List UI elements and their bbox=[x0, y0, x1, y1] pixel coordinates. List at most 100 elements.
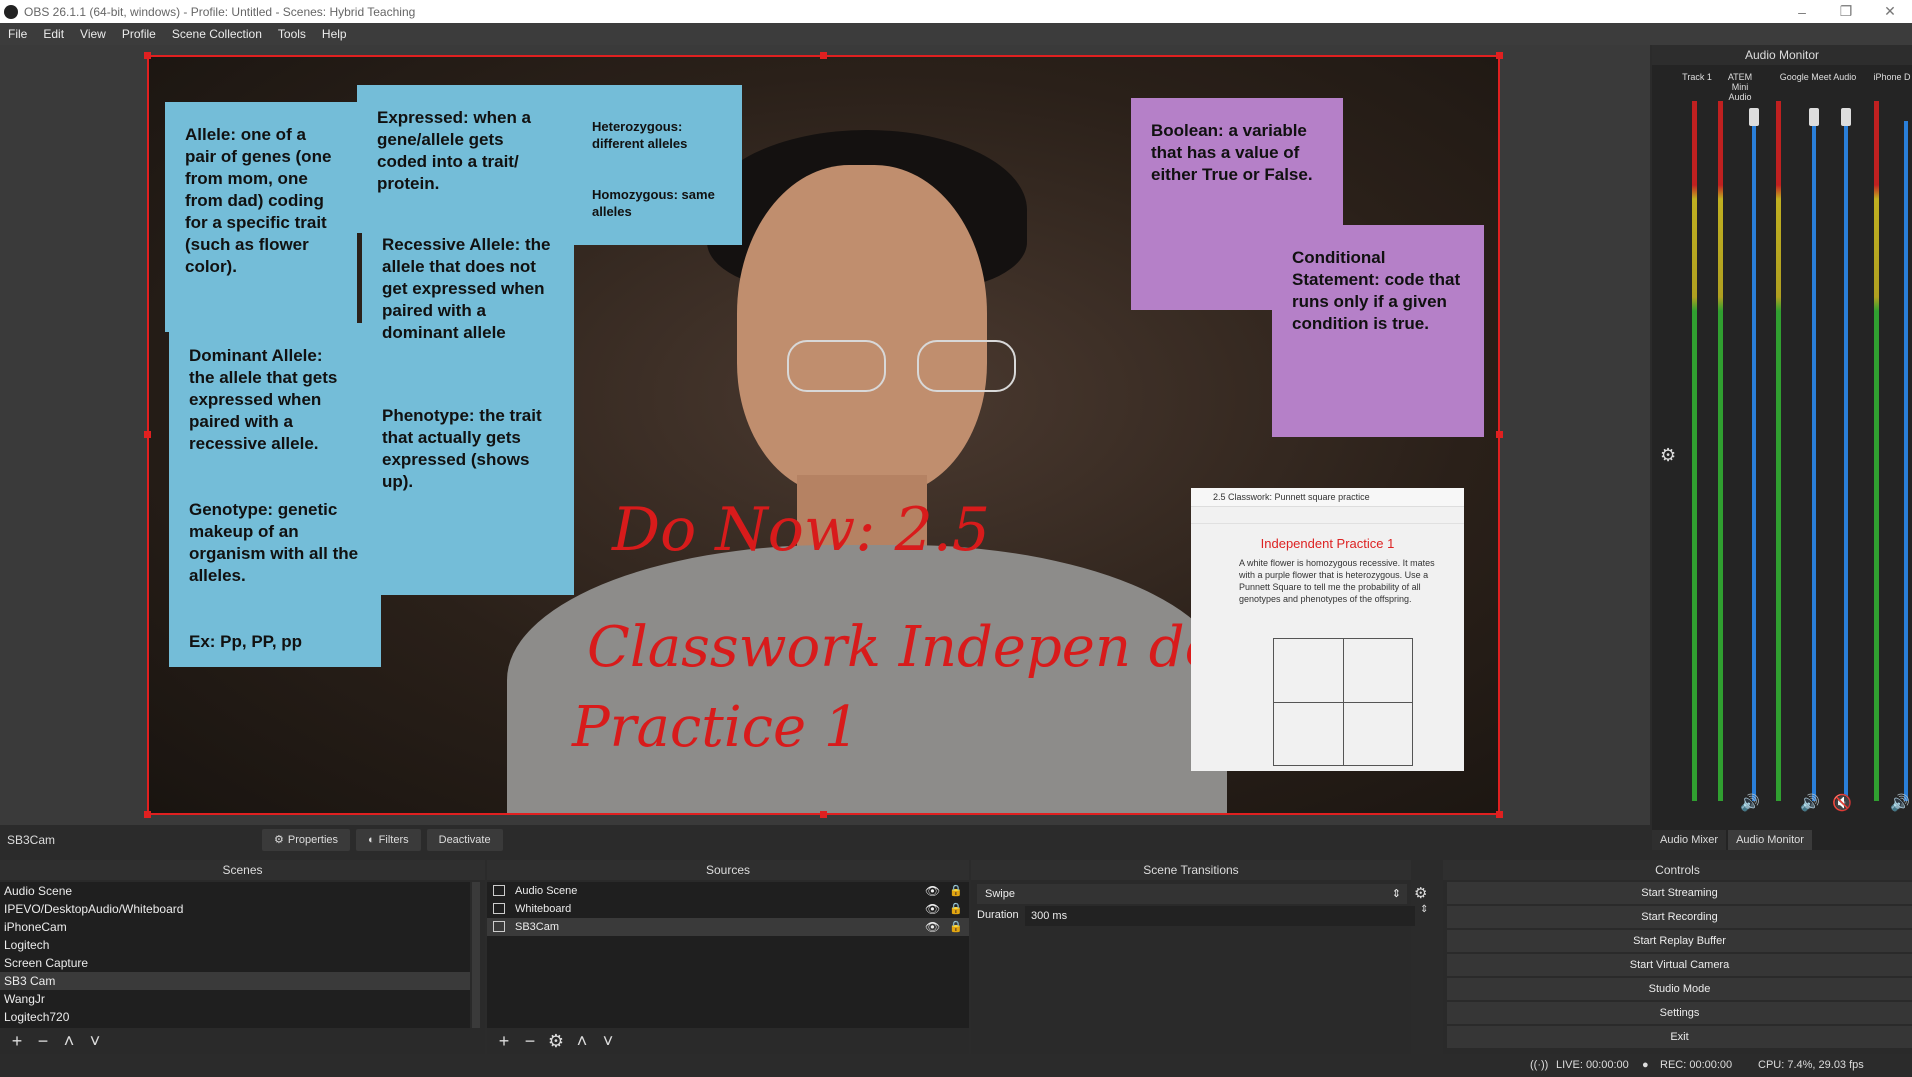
resize-handle-l[interactable] bbox=[144, 431, 151, 438]
remove-icon[interactable]: − bbox=[517, 1031, 543, 1052]
screen-capture-toolbar bbox=[1191, 507, 1464, 524]
scene-item[interactable]: iPhoneCam bbox=[0, 918, 470, 936]
visibility-eye-icon[interactable]: 👁 bbox=[925, 900, 940, 918]
move-down-icon[interactable]: ˅ bbox=[595, 1031, 621, 1052]
note-conditional: Conditional Statement: code that runs on… bbox=[1272, 225, 1484, 437]
speaker-icon[interactable]: 🔊 bbox=[1800, 793, 1820, 813]
source-item[interactable]: Audio Scene 👁 🔒 bbox=[487, 882, 969, 900]
lock-icon[interactable]: 🔒 bbox=[949, 882, 963, 900]
volume-slider[interactable] bbox=[1904, 121, 1908, 801]
speaker-icon[interactable]: 🔊 bbox=[1890, 793, 1910, 813]
close-icon[interactable]: ✕ bbox=[1868, 0, 1912, 23]
source-item[interactable]: SB3Cam 👁 🔒 bbox=[487, 918, 969, 936]
camera-icon bbox=[493, 921, 505, 932]
start-recording-button[interactable]: Start Recording bbox=[1447, 906, 1912, 928]
source-toolbar: SB3Cam ⚙ Properties ◐ Filters Deactivate bbox=[0, 827, 1650, 852]
filter-icon: ◐ bbox=[368, 833, 375, 846]
volume-slider[interactable] bbox=[1844, 121, 1848, 801]
menu-file[interactable]: File bbox=[0, 27, 35, 41]
gear-icon[interactable]: ⚙ bbox=[543, 1031, 569, 1052]
scene-item[interactable]: Logitech720 bbox=[0, 1008, 470, 1026]
scene-item[interactable]: Logitech bbox=[0, 936, 470, 954]
menu-scene-collection[interactable]: Scene Collection bbox=[164, 27, 270, 41]
scene-item[interactable]: SB3 Cam bbox=[0, 972, 470, 990]
audio-monitor-panel: Audio Monitor Track 1 ATEM Mini Audio Go… bbox=[1652, 45, 1912, 850]
source-item[interactable]: Whiteboard 👁 🔒 bbox=[487, 900, 969, 918]
window-icon bbox=[493, 903, 505, 914]
scenes-list: Audio Scene IPEVO/DesktopAudio/Whiteboar… bbox=[0, 882, 470, 1028]
scenes-scrollbar[interactable] bbox=[472, 882, 480, 1028]
volume-slider-knob[interactable] bbox=[1749, 108, 1759, 126]
resize-handle-b[interactable] bbox=[820, 811, 827, 818]
settings-button[interactable]: Settings bbox=[1447, 1002, 1912, 1024]
move-up-icon[interactable]: ˄ bbox=[569, 1031, 595, 1052]
resize-handle-r[interactable] bbox=[1496, 431, 1503, 438]
volume-slider-knob[interactable] bbox=[1841, 108, 1851, 126]
screen-capture-heading: Independent Practice 1 bbox=[1260, 536, 1395, 551]
screen-capture-window: 2.5 Classwork: Punnett square practice I… bbox=[1191, 488, 1464, 771]
volume-slider[interactable] bbox=[1752, 121, 1756, 801]
menu-help[interactable]: Help bbox=[314, 27, 355, 41]
exit-button[interactable]: Exit bbox=[1447, 1026, 1912, 1048]
glasses-left bbox=[787, 340, 886, 392]
resize-handle-t[interactable] bbox=[820, 52, 827, 59]
start-streaming-button[interactable]: Start Streaming bbox=[1447, 882, 1912, 904]
transition-select[interactable]: Swipe ⇕ bbox=[977, 884, 1407, 904]
deactivate-button[interactable]: Deactivate bbox=[426, 828, 503, 851]
gear-icon[interactable]: ⚙ bbox=[1660, 445, 1676, 466]
menu-profile[interactable]: Profile bbox=[114, 27, 164, 41]
chevron-up-down-icon: ⇕ bbox=[1391, 888, 1401, 900]
volume-slider-knob[interactable] bbox=[1809, 108, 1819, 126]
lock-icon[interactable]: 🔒 bbox=[949, 900, 963, 918]
menu-view[interactable]: View bbox=[72, 27, 114, 41]
controls-title: Controls bbox=[1443, 860, 1912, 880]
tab-audio-monitor[interactable]: Audio Monitor bbox=[1728, 830, 1812, 850]
move-up-icon[interactable]: ˄ bbox=[56, 1031, 82, 1052]
remove-icon[interactable]: − bbox=[30, 1031, 56, 1052]
scene-item[interactable]: Audio Scene bbox=[0, 882, 470, 900]
note-genotype-example: Ex: Pp, PP, pp bbox=[189, 632, 303, 651]
tab-audio-mixer[interactable]: Audio Mixer bbox=[1652, 830, 1727, 850]
sources-toolbar: + − ⚙ ˄ ˅ bbox=[487, 1028, 969, 1054]
lock-icon[interactable]: 🔒 bbox=[949, 918, 963, 936]
scene-item[interactable]: WangJr bbox=[0, 990, 470, 1008]
add-icon[interactable]: + bbox=[4, 1031, 30, 1052]
menu-tools[interactable]: Tools bbox=[270, 27, 314, 41]
start-virtual-camera-button[interactable]: Start Virtual Camera bbox=[1447, 954, 1912, 976]
speaker-muted-icon[interactable]: 🔇 bbox=[1832, 793, 1852, 813]
resize-handle-br[interactable] bbox=[1496, 811, 1503, 818]
start-replay-buffer-button[interactable]: Start Replay Buffer bbox=[1447, 930, 1912, 952]
resize-handle-tl[interactable] bbox=[144, 52, 151, 59]
move-down-icon[interactable]: ˅ bbox=[82, 1031, 108, 1052]
volume-meter bbox=[1692, 101, 1697, 801]
spinbox-arrows-icon[interactable]: ⇕ bbox=[1420, 904, 1428, 915]
scene-icon bbox=[493, 885, 505, 896]
gear-icon: ⚙ bbox=[274, 834, 284, 846]
note-allele: Allele: one of a pair of genes (one from… bbox=[165, 102, 357, 332]
properties-button[interactable]: ⚙ Properties bbox=[262, 828, 351, 851]
punnett-square bbox=[1273, 638, 1413, 766]
studio-mode-button[interactable]: Studio Mode bbox=[1447, 978, 1912, 1000]
person-shirt bbox=[507, 545, 1227, 815]
speaker-icon[interactable]: 🔊 bbox=[1740, 793, 1760, 813]
volume-slider[interactable] bbox=[1812, 121, 1816, 801]
duration-input[interactable]: 300 ms bbox=[1025, 906, 1415, 926]
minimize-icon[interactable]: – bbox=[1780, 0, 1824, 23]
visibility-eye-icon[interactable]: 👁 bbox=[925, 918, 940, 936]
visibility-eye-icon[interactable]: 👁 bbox=[925, 882, 940, 900]
rec-time: REC: 00:00:00 bbox=[1660, 1059, 1733, 1071]
source-item-label: Audio Scene bbox=[515, 885, 578, 897]
scene-item[interactable]: IPEVO/DesktopAudio/Whiteboard bbox=[0, 900, 470, 918]
resize-handle-tr[interactable] bbox=[1496, 52, 1503, 59]
preview-canvas[interactable]: Allele: one of a pair of genes (one from… bbox=[147, 55, 1500, 815]
filters-button[interactable]: ◐ Filters bbox=[356, 828, 421, 851]
scenes-title: Scenes bbox=[0, 860, 485, 880]
handwriting-line-2: Classwork Indepen dent bbox=[587, 615, 1277, 680]
resize-handle-bl[interactable] bbox=[144, 811, 151, 818]
scene-item[interactable]: Screen Capture bbox=[0, 954, 470, 972]
maximize-icon[interactable]: ❐ bbox=[1824, 0, 1868, 23]
menu-edit[interactable]: Edit bbox=[35, 27, 72, 41]
add-icon[interactable]: + bbox=[491, 1031, 517, 1052]
channel-label-track1: Track 1 bbox=[1682, 72, 1712, 82]
gear-icon[interactable]: ⚙ bbox=[1414, 884, 1427, 902]
